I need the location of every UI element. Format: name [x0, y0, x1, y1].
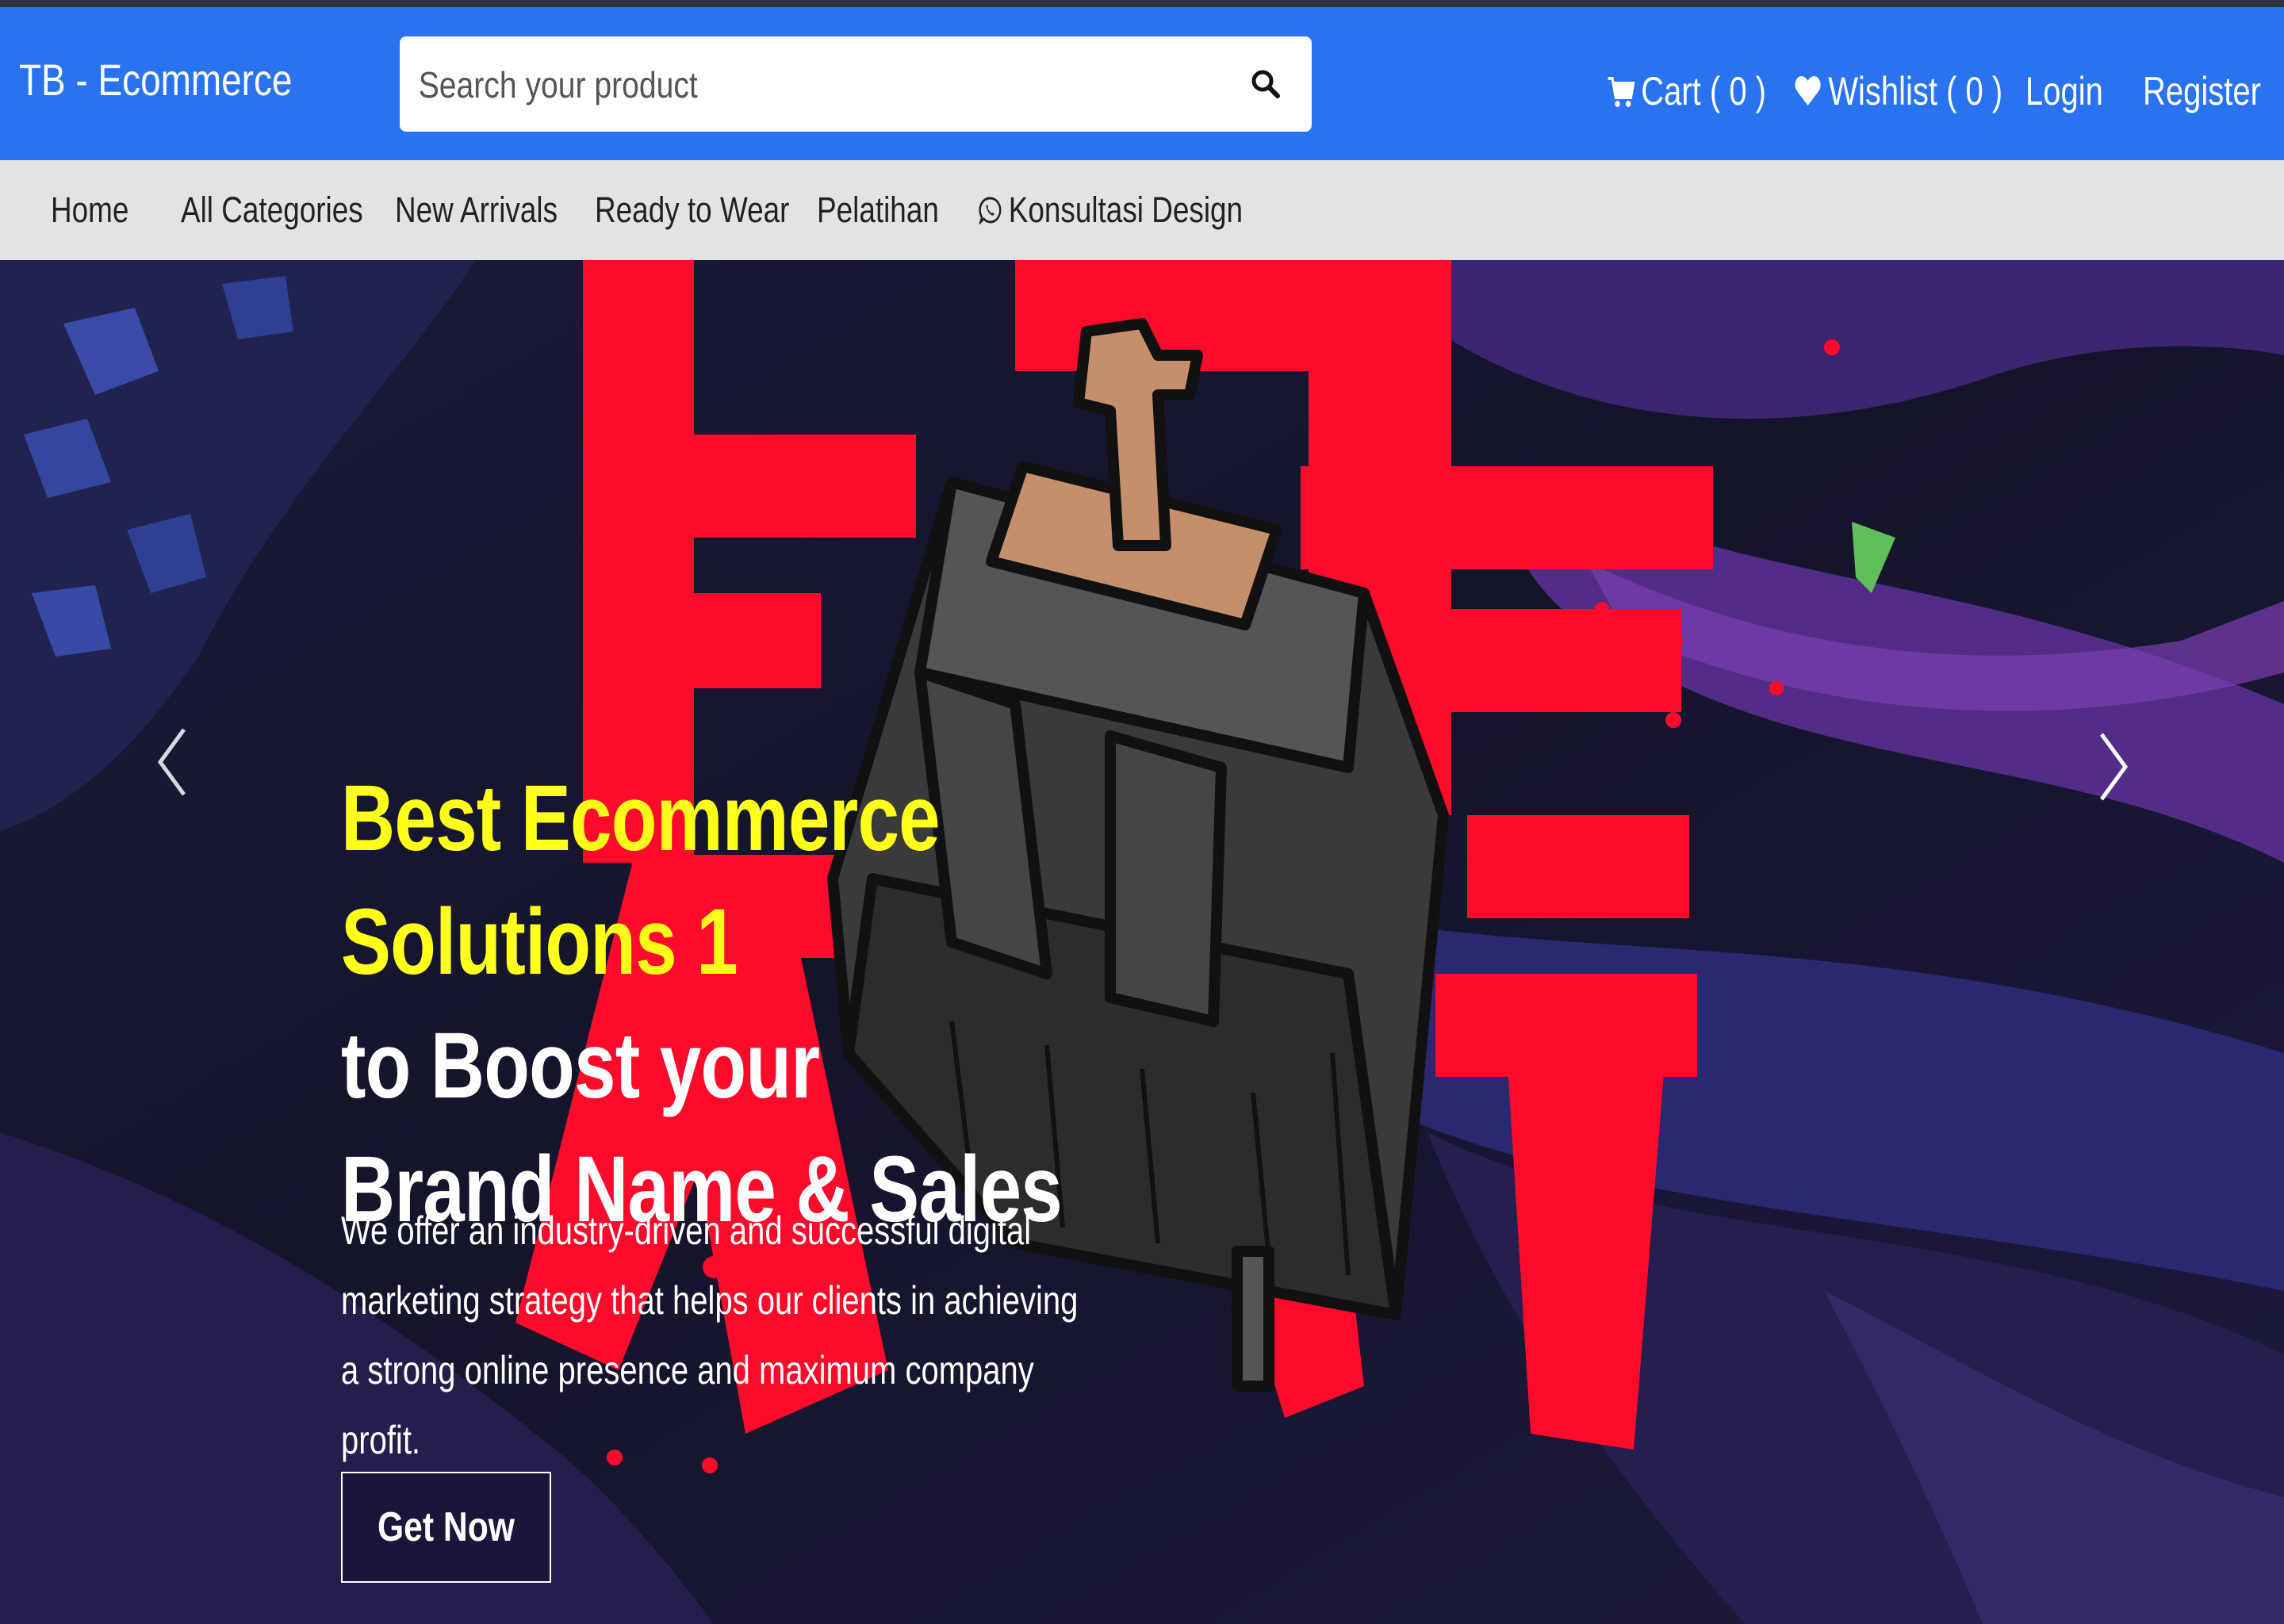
nav-item-home[interactable]: Home	[51, 184, 128, 236]
heart-icon	[1795, 75, 1821, 105]
headline-part-4: to Boost your	[341, 1013, 820, 1118]
cart-label: Cart ( 0 )	[1641, 69, 1766, 113]
nav-item-konsultasi-design[interactable]: Konsultasi Design	[979, 184, 1243, 236]
register-link[interactable]: Register	[2143, 63, 2261, 120]
login-link[interactable]: Login	[2025, 63, 2103, 120]
headline-part-2: Solutions	[341, 890, 677, 994]
main-nav: Home All Categories New Arrivals Ready t…	[0, 160, 2284, 261]
cart-link[interactable]: Cart ( 0 )	[1607, 63, 1766, 120]
nav-item-label: Home	[51, 190, 129, 230]
headline-part-3: 1	[696, 890, 738, 994]
search-input[interactable]	[417, 36, 1094, 133]
brand-logo[interactable]: TB - Ecommerce	[19, 52, 292, 109]
nav-item-pelatihan[interactable]: Pelatihan	[817, 184, 939, 236]
get-now-button[interactable]: Get Now	[341, 1472, 551, 1583]
search-bar	[400, 36, 1312, 133]
get-now-label: Get Now	[377, 1504, 515, 1550]
register-label: Register	[2143, 69, 2261, 113]
nav-item-ready-to-wear[interactable]: Ready to Wear	[595, 184, 789, 236]
nav-item-label: Pelatihan	[817, 190, 939, 230]
wishlist-link[interactable]: Wishlist ( 0 )	[1794, 63, 2002, 120]
search-icon	[1251, 70, 1280, 98]
wishlist-label: Wishlist ( 0 )	[1828, 69, 2003, 113]
headline-part-1: Best Ecommerce	[341, 766, 941, 871]
nav-item-label: Konsultasi Design	[1008, 190, 1244, 230]
hero-carousel: Best Ecommerce Solutions 1 to Boost your…	[0, 260, 2284, 1624]
site-header: TB - Ecommerce Cart ( 0 ) Wishlist ( 0 )…	[0, 7, 2284, 160]
hero-headline: Best Ecommerce Solutions 1 to Boost your…	[341, 756, 1102, 1251]
carousel-prev-arrow[interactable]	[155, 726, 189, 798]
cart-icon	[1608, 77, 1635, 107]
login-label: Login	[2025, 69, 2103, 113]
search-button[interactable]	[1226, 44, 1305, 124]
nav-item-new-arrivals[interactable]: New Arrivals	[395, 184, 558, 236]
carousel-next-arrow[interactable]	[2097, 731, 2130, 802]
hero-description: We offer an industry-driven and successf…	[341, 1208, 1079, 1462]
nav-item-label: All Categories	[181, 190, 363, 230]
nav-item-label: Ready to Wear	[595, 190, 790, 230]
top-border	[0, 0, 2284, 7]
nav-item-label: New Arrivals	[395, 190, 558, 230]
nav-item-all-categories[interactable]: All Categories	[181, 184, 363, 236]
whatsapp-icon	[979, 197, 1002, 224]
